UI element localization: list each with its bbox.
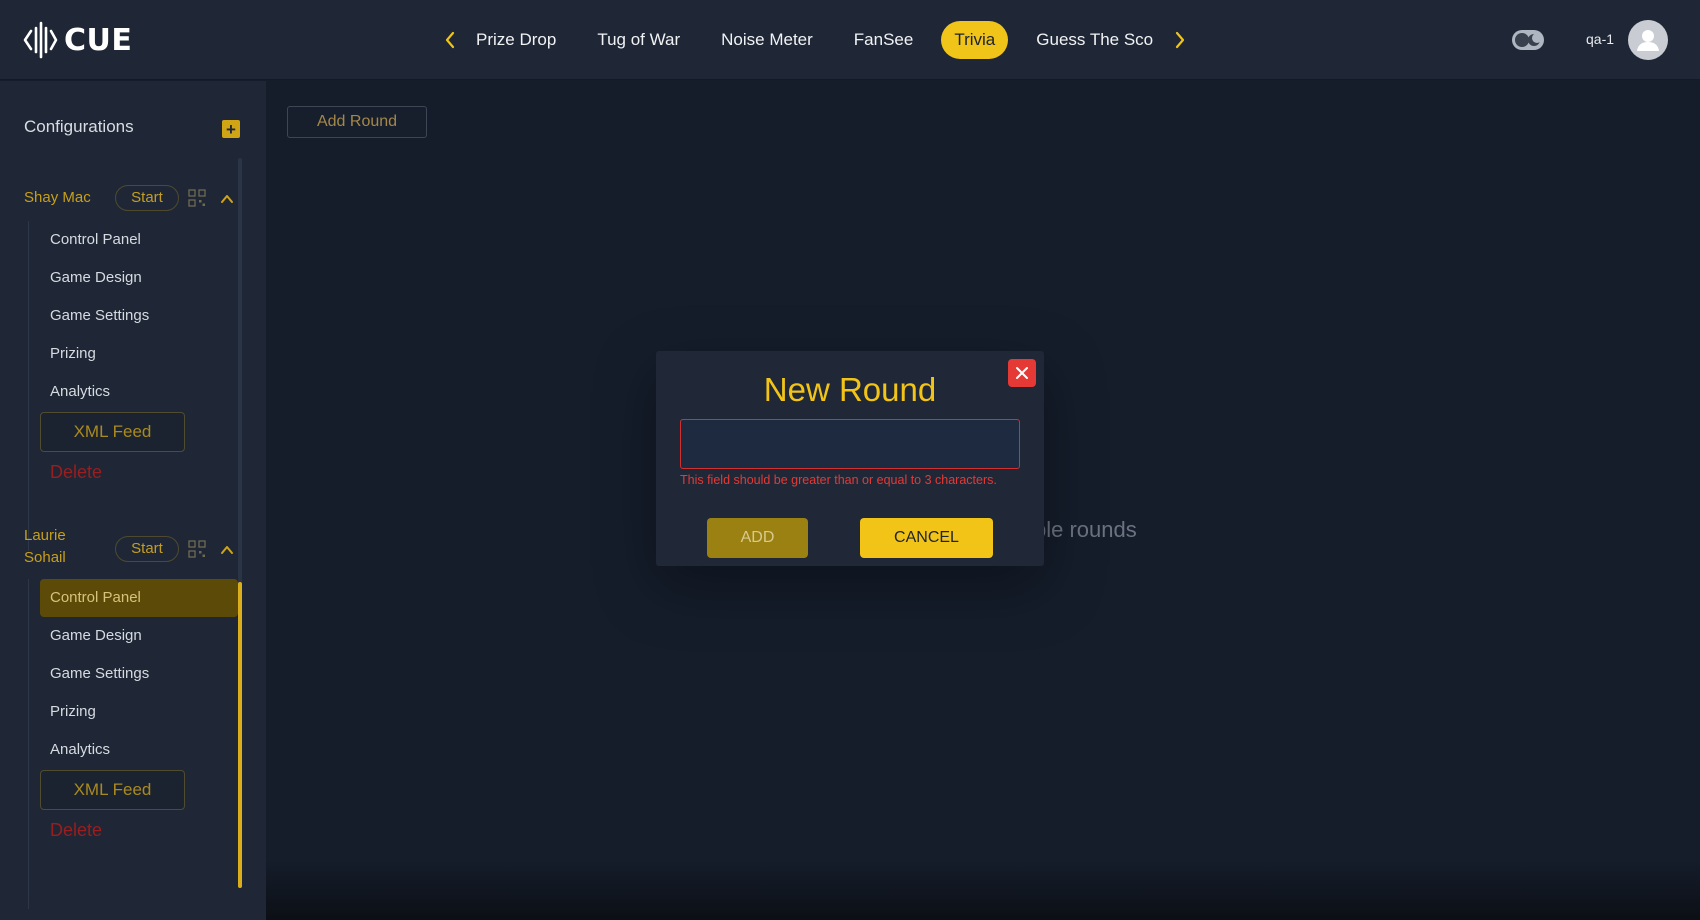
submenu-guide-line (28, 579, 29, 909)
submenu-guide-line (28, 221, 29, 551)
qr-code-icon[interactable] (188, 189, 206, 207)
tab-guess-the-score[interactable]: Guess The Sco (1023, 21, 1156, 59)
user-avatar[interactable] (1628, 20, 1668, 60)
config-name-shay-mac[interactable]: Shay Mac (24, 187, 91, 209)
config-name-laurie-sohail[interactable]: Laurie Sohail (24, 525, 66, 569)
user-icon (1637, 30, 1659, 51)
tabs-prev-button[interactable] (438, 26, 462, 54)
cancel-button[interactable]: CANCEL (860, 518, 993, 558)
sidebar-scrollbar[interactable] (238, 158, 242, 888)
menu-item-game-design[interactable]: Game Design (40, 259, 238, 297)
logo-mark-icon (23, 21, 58, 59)
menu-item-game-settings[interactable]: Game Settings (40, 655, 238, 693)
tab-tug-of-war[interactable]: Tug of War (584, 21, 693, 59)
config-name-line: Laurie (24, 527, 66, 544)
xml-feed-button[interactable]: XML Feed (40, 412, 185, 452)
menu-item-prizing[interactable]: Prizing (40, 693, 238, 731)
chevron-up-icon[interactable] (220, 192, 234, 206)
chevron-left-icon (445, 31, 455, 49)
tabs-next-button[interactable] (1168, 26, 1192, 54)
scrollbar-thumb[interactable] (238, 582, 242, 888)
add-round-button[interactable]: Add Round (287, 106, 427, 138)
new-round-modal: New Round This field should be greater t… (656, 351, 1044, 566)
menu-item-control-panel[interactable]: Control Panel (40, 221, 238, 259)
tab-trivia[interactable]: Trivia (941, 21, 1009, 59)
start-button[interactable]: Start (115, 536, 179, 562)
menu-item-game-settings[interactable]: Game Settings (40, 297, 238, 335)
tab-noise-meter[interactable]: Noise Meter (708, 21, 826, 59)
menu-item-analytics[interactable]: Analytics (40, 373, 238, 411)
theme-toggle[interactable] (1512, 30, 1544, 50)
xml-feed-button[interactable]: XML Feed (40, 770, 185, 810)
empty-state-text: ble rounds (1034, 517, 1137, 542)
game-tabs: Prize Drop Tug of War Noise Meter FanSee… (470, 20, 1156, 60)
tab-fansee[interactable]: FanSee (841, 21, 927, 59)
moon-icon (1528, 33, 1541, 46)
plus-icon: + (226, 119, 236, 139)
delete-config-link[interactable]: Delete (50, 462, 102, 483)
add-button[interactable]: ADD (707, 518, 808, 558)
chevron-right-icon (1175, 31, 1185, 49)
sidebar: Configurations + Shay Mac Start Control … (0, 81, 266, 920)
menu-item-control-panel[interactable]: Control Panel (40, 579, 238, 617)
configurations-title: Configurations (24, 117, 134, 136)
bottom-shade (266, 860, 1700, 920)
add-configuration-button[interactable]: + (222, 120, 240, 138)
delete-config-link[interactable]: Delete (50, 820, 102, 841)
validation-error-text: This field should be greater than or equ… (680, 473, 997, 487)
round-name-input[interactable] (680, 419, 1020, 469)
menu-item-analytics[interactable]: Analytics (40, 731, 238, 769)
qr-code-icon[interactable] (188, 540, 206, 558)
username-label: qa-1 (1586, 31, 1615, 47)
top-bar: CUE Prize Drop Tug of War Noise Meter Fa… (0, 0, 1700, 80)
tab-prize-drop[interactable]: Prize Drop (470, 21, 569, 59)
menu-item-prizing[interactable]: Prizing (40, 335, 238, 373)
modal-title: New Round (763, 371, 937, 408)
logo-text: CUE (64, 22, 133, 58)
config-name-line: Sohail (24, 549, 66, 566)
menu-item-game-design[interactable]: Game Design (40, 617, 238, 655)
chevron-up-icon[interactable] (220, 543, 234, 557)
cue-logo[interactable]: CUE (22, 20, 132, 60)
start-button[interactable]: Start (115, 185, 179, 211)
